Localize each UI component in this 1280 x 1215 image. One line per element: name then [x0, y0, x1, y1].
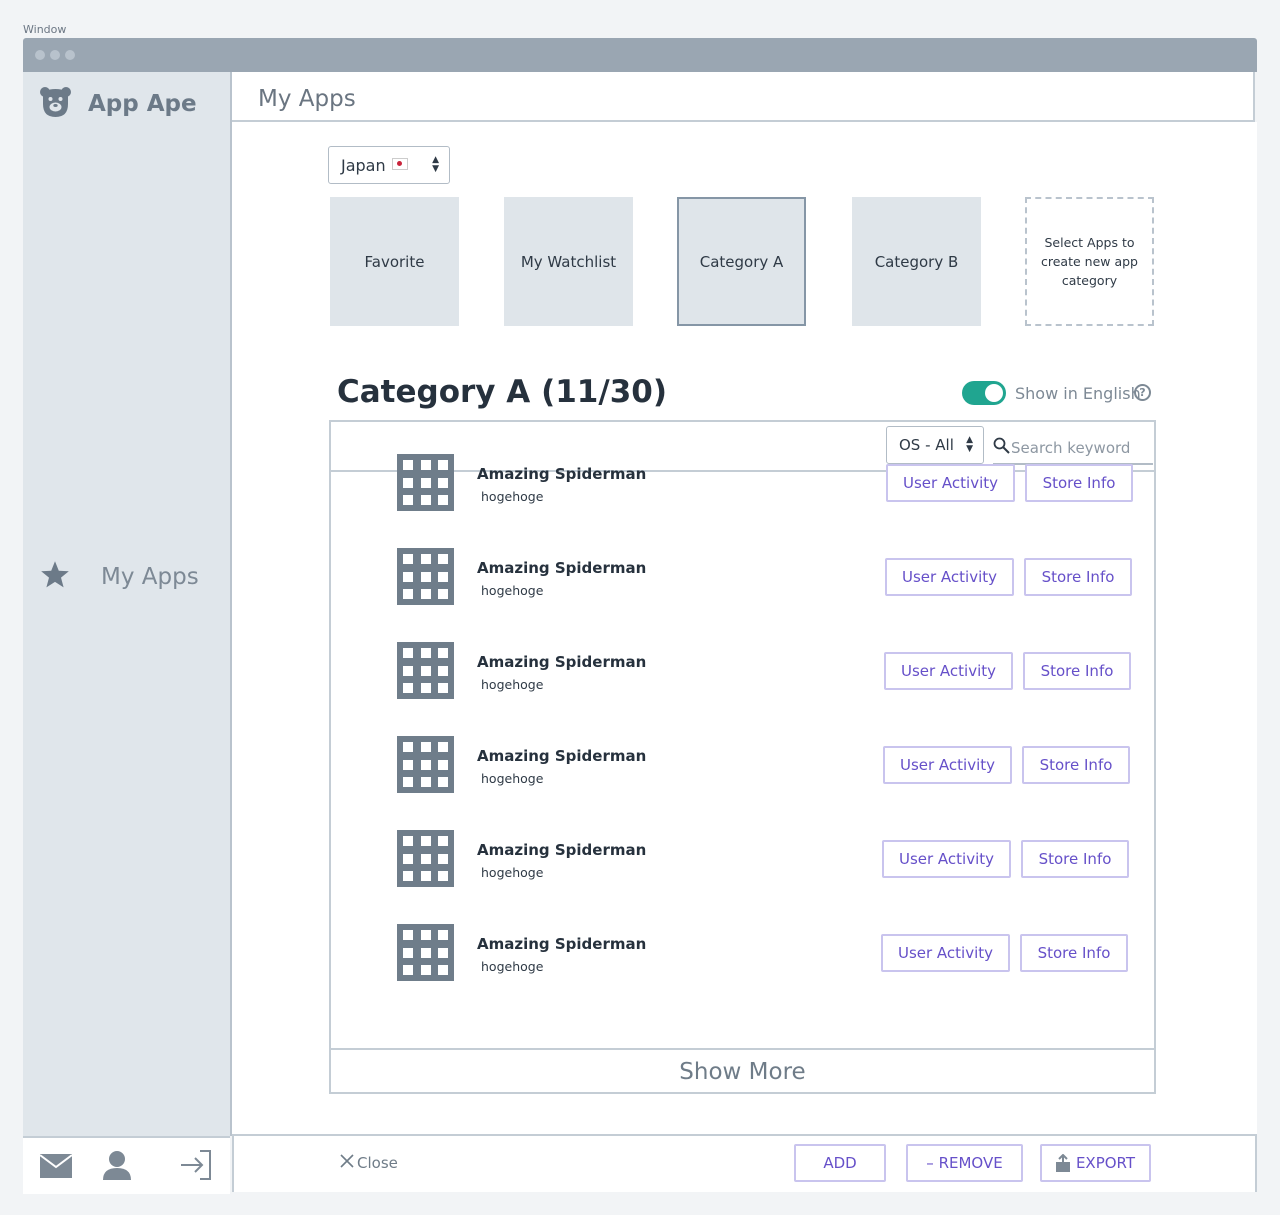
app-grid-icon[interactable] — [397, 830, 454, 887]
store-info-button[interactable]: Store Info — [1024, 558, 1132, 596]
list-item: Amazing Spiderman hogehoge User Activity St… — [331, 454, 1154, 514]
logout-icon[interactable] — [180, 1150, 212, 1184]
window-dot-minimize[interactable] — [50, 50, 60, 60]
add-label: ADD — [823, 1154, 857, 1172]
export-button[interactable]: EXPORT — [1040, 1144, 1151, 1182]
sidebar: App Ape My Apps — [23, 72, 232, 1136]
store-info-button[interactable]: Store Info — [1020, 934, 1128, 972]
app-subtitle: hogehoge — [481, 583, 544, 598]
list-item: Amazing Spiderman hogehoge User Activity St… — [331, 924, 1154, 984]
category-card-category-a[interactable]: Category A — [677, 197, 806, 326]
app-grid-icon[interactable] — [397, 548, 454, 605]
show-more-button[interactable]: Show More — [331, 1048, 1154, 1094]
category-card-label: Category A — [699, 252, 784, 271]
show-english-label: Show in English — [1015, 384, 1141, 403]
app-subtitle: hogehoge — [481, 771, 544, 786]
category-card-label: Favorite — [364, 252, 425, 271]
store-info-button[interactable]: Store Info — [1023, 652, 1131, 690]
close-label: Close — [357, 1154, 398, 1172]
select-arrows-icon: ▲ ▼ — [432, 155, 439, 174]
app-list: OS - All ▲ ▼ Search keyword Amazing Spide… — [329, 420, 1156, 1094]
list-item: Amazing Spiderman hogehoge User Activity St… — [331, 642, 1154, 702]
list-item: Amazing Spiderman hogehoge User Activity St… — [331, 736, 1154, 796]
window-dot-close[interactable] — [35, 50, 45, 60]
app-name[interactable]: Amazing Spiderman — [477, 747, 646, 765]
bear-logo-icon — [39, 86, 72, 122]
list-item: Amazing Spiderman hogehoge User Activity St… — [331, 830, 1154, 890]
user-activity-button[interactable]: User Activity — [886, 464, 1015, 502]
category-card-label: My Watchlist — [520, 252, 617, 271]
category-card-label: Category B — [874, 252, 959, 271]
close-button[interactable]: Close — [340, 1154, 398, 1172]
user-activity-button[interactable]: User Activity — [884, 652, 1013, 690]
store-info-button[interactable]: Store Info — [1022, 746, 1130, 784]
category-card-favorite[interactable]: Favorite — [330, 197, 459, 326]
mail-icon[interactable] — [39, 1154, 73, 1182]
help-icon[interactable]: ? — [1134, 384, 1151, 401]
export-label: EXPORT — [1075, 1154, 1136, 1172]
store-info-button[interactable]: Store Info — [1021, 840, 1129, 878]
sidebar-item-label: My Apps — [101, 564, 199, 590]
country-select-value: Japan — [341, 155, 386, 175]
sidebar-footer — [23, 1136, 230, 1194]
bottom-bar: Close ADD – REMOVE EXPORT — [232, 1134, 1257, 1192]
store-info-button[interactable]: Store Info — [1025, 464, 1133, 502]
logo[interactable]: App Ape — [39, 86, 197, 122]
main-header: My Apps — [232, 72, 1255, 122]
app-subtitle: hogehoge — [481, 865, 544, 880]
category-title: Category A (11/30) — [337, 374, 668, 410]
user-activity-button[interactable]: User Activity — [881, 934, 1010, 972]
user-activity-button[interactable]: User Activity — [883, 746, 1012, 784]
star-icon — [39, 560, 71, 594]
app-name[interactable]: Amazing Spiderman — [477, 653, 646, 671]
japan-flag-icon — [391, 158, 408, 170]
category-card-category-b[interactable]: Category B — [852, 197, 981, 326]
country-select[interactable]: Japan ▲ ▼ — [328, 146, 450, 184]
close-icon — [340, 1154, 354, 1172]
window-titlebar[interactable] — [23, 38, 1257, 72]
app-subtitle: hogehoge — [481, 959, 544, 974]
list-item: Amazing Spiderman hogehoge User Activity St… — [331, 548, 1154, 608]
app-name[interactable]: Amazing Spiderman — [477, 935, 646, 953]
app-grid-icon[interactable] — [397, 454, 454, 511]
app-grid-icon[interactable] — [397, 924, 454, 981]
user-activity-button[interactable]: User Activity — [885, 558, 1014, 596]
main-content: Japan ▲ ▼ Favorite My Watchlist Category … — [232, 122, 1257, 1136]
sidebar-item-my-apps[interactable]: My Apps — [39, 560, 199, 594]
app-name[interactable]: Amazing Spiderman — [477, 841, 646, 859]
app-grid-icon[interactable] — [397, 642, 454, 699]
remove-label: – REMOVE — [926, 1154, 1003, 1172]
new-category-hint: Select Apps to create new app category — [1041, 235, 1138, 288]
app-subtitle: hogehoge — [481, 677, 544, 692]
user-icon[interactable] — [103, 1150, 131, 1184]
select-arrows-icon: ▲ ▼ — [966, 435, 973, 454]
category-card-watchlist[interactable]: My Watchlist — [504, 197, 633, 326]
remove-button[interactable]: – REMOVE — [906, 1144, 1023, 1182]
window-label: Window — [23, 23, 67, 36]
page-title: My Apps — [258, 86, 356, 112]
app-grid-icon[interactable] — [397, 736, 454, 793]
add-button[interactable]: ADD — [794, 1144, 886, 1182]
user-activity-button[interactable]: User Activity — [882, 840, 1011, 878]
app-name[interactable]: Amazing Spiderman — [477, 465, 646, 483]
show-english-toggle[interactable] — [962, 381, 1006, 405]
app-subtitle: hogehoge — [481, 489, 544, 504]
os-filter-value: OS - All — [899, 436, 954, 454]
app-name: App Ape — [88, 91, 197, 117]
new-category-card[interactable]: Select Apps to create new app category — [1025, 197, 1154, 326]
window-dot-maximize[interactable] — [65, 50, 75, 60]
app-name[interactable]: Amazing Spiderman — [477, 559, 646, 577]
export-icon — [1055, 1154, 1070, 1172]
